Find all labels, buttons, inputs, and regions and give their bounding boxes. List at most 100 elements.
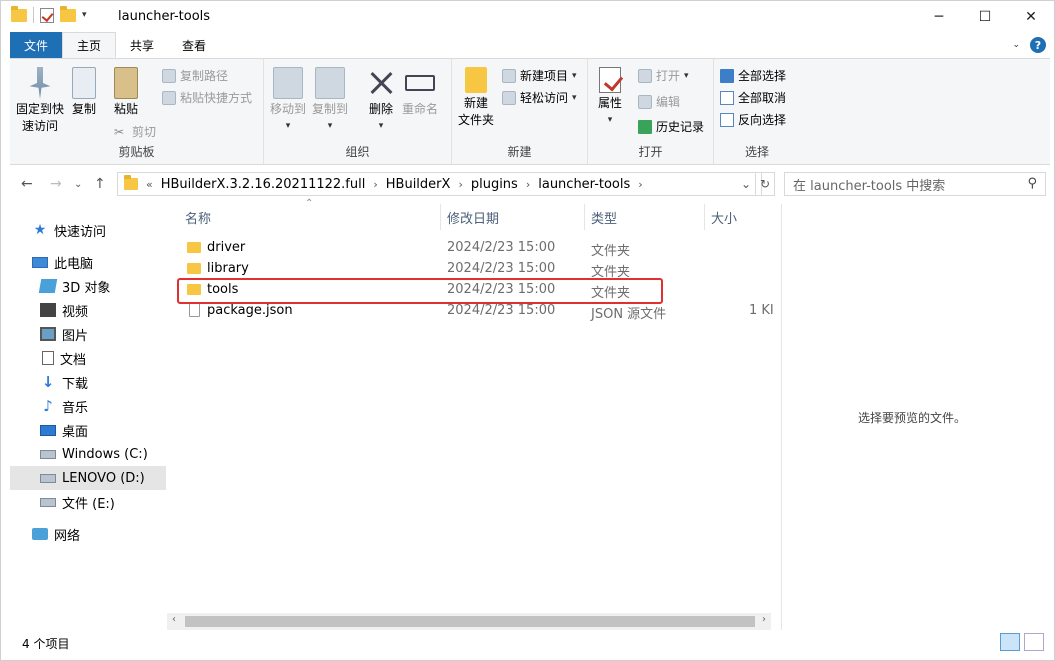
column-type[interactable]: 类型 xyxy=(585,204,705,230)
folder-icon xyxy=(187,263,201,274)
paste-label: 粘贴 xyxy=(114,102,139,116)
address-bar[interactable]: « HBuilderX.3.2.16.20211122.full › HBuil… xyxy=(117,172,762,196)
nav-downloads[interactable]: ↓ 下载 xyxy=(10,370,166,394)
properties-button[interactable]: 属性 ▾ xyxy=(598,67,622,129)
cut-button[interactable]: ✂ 剪切 xyxy=(114,123,156,140)
up-arrow-icon[interactable]: ↑ xyxy=(94,176,106,192)
file-name: driver xyxy=(207,240,246,255)
details-view-icon[interactable] xyxy=(1000,633,1020,651)
recent-chevron-down-icon[interactable]: ⌄ xyxy=(74,179,82,190)
invert-selection-button[interactable]: 反向选择 xyxy=(720,111,786,128)
chevron-down-icon: ▾ xyxy=(285,121,291,131)
open-button[interactable]: 打开 ▾ xyxy=(638,67,689,84)
minimize-button[interactable]: ─ xyxy=(916,1,962,32)
chevron-right-icon[interactable]: › xyxy=(526,178,530,191)
expand-ribbon-chevron-icon[interactable]: ⌄ xyxy=(1012,40,1020,50)
new-folder-button[interactable]: 新建 文件夹 xyxy=(458,67,494,129)
nav-desktop[interactable]: 桌面 xyxy=(10,418,166,442)
properties-icon[interactable] xyxy=(40,7,54,23)
scroll-left-icon[interactable]: ‹ xyxy=(172,614,176,625)
close-button[interactable]: ✕ xyxy=(1008,1,1054,32)
pin-quick-access-button[interactable]: 固定到快 速访问 xyxy=(16,67,64,135)
column-size[interactable]: 大小 xyxy=(705,204,771,230)
history-label: 历史记录 xyxy=(656,120,705,134)
rename-button[interactable]: 重命名 xyxy=(402,67,438,118)
tab-share[interactable]: 共享 xyxy=(116,32,168,58)
customize-toolbar-chevron-icon[interactable]: ▾ xyxy=(82,10,87,20)
file-row[interactable]: library 2024/2/23 15:00 文件夹 xyxy=(181,258,771,280)
paste-button[interactable]: 粘贴 xyxy=(114,67,138,118)
delete-button[interactable]: 删除 ▾ xyxy=(366,67,396,135)
chevron-down-icon: ▾ xyxy=(684,70,689,81)
new-folder-icon xyxy=(465,67,487,93)
breadcrumb-hbuilderx[interactable]: HBuilderX xyxy=(386,177,451,192)
copy-to-icon xyxy=(315,67,345,99)
tab-home[interactable]: 主页 xyxy=(62,32,117,58)
nav-documents[interactable]: 文档 xyxy=(10,346,166,370)
forward-arrow-icon[interactable]: → xyxy=(50,176,62,192)
history-button[interactable]: 历史记录 xyxy=(638,118,704,135)
nav-drive-e[interactable]: 文件 (E:) xyxy=(10,490,166,514)
column-date[interactable]: 修改日期 xyxy=(441,204,585,230)
copy-path-icon xyxy=(162,68,176,83)
nav-this-pc[interactable]: 此电脑 xyxy=(10,250,166,274)
file-name: library xyxy=(207,261,249,276)
horizontal-scrollbar[interactable]: ‹ › xyxy=(167,613,771,630)
breadcrumb-launcher-tools[interactable]: launcher-tools xyxy=(538,177,630,192)
copy-path-button[interactable]: 复制路径 xyxy=(162,67,228,84)
refresh-icon[interactable]: ↻ xyxy=(755,172,775,196)
select-all-button[interactable]: 全部选择 xyxy=(720,67,786,84)
scrollbar-thumb[interactable] xyxy=(185,616,755,627)
copy-button[interactable]: 复制 xyxy=(72,67,96,118)
move-to-button[interactable]: 移动到 ▾ xyxy=(270,67,306,135)
help-icon[interactable]: ? xyxy=(1030,37,1046,53)
nav-3d-objects[interactable]: 3D 对象 xyxy=(10,274,166,298)
chevron-right-icon[interactable]: › xyxy=(373,178,377,191)
easy-access-button[interactable]: 轻松访问 ▾ xyxy=(502,89,577,106)
back-arrow-icon[interactable]: ← xyxy=(21,176,33,192)
film-icon xyxy=(40,303,56,317)
search-icon[interactable]: ⚲ xyxy=(1027,176,1037,191)
column-name[interactable]: 名称 xyxy=(179,204,441,230)
paste-shortcut-button[interactable]: 粘贴快捷方式 xyxy=(162,89,252,106)
select-none-button[interactable]: 全部取消 xyxy=(720,89,786,106)
explorer-window: ▾ launcher-tools ─ ☐ ✕ 文件 主页 共享 查看 ⌄ ? 固… xyxy=(0,0,1055,661)
edit-button[interactable]: 编辑 xyxy=(638,93,680,110)
overflow-chevron-icon[interactable]: « xyxy=(146,178,153,191)
file-row[interactable]: driver 2024/2/23 15:00 文件夹 xyxy=(181,237,771,259)
nav-pictures[interactable]: 图片 xyxy=(10,322,166,346)
copy-label: 复制 xyxy=(72,102,97,116)
scroll-right-icon[interactable]: › xyxy=(762,614,766,625)
breadcrumb-plugins[interactable]: plugins xyxy=(471,177,518,192)
invert-selection-label: 反向选择 xyxy=(738,113,787,127)
nav-label: 文件 (E:) xyxy=(62,496,115,512)
copy-to-button[interactable]: 复制到 ▾ xyxy=(312,67,348,135)
address-history-chevron-icon[interactable]: ⌄ xyxy=(738,172,754,196)
nav-drive-d[interactable]: LENOVO (D:) xyxy=(10,466,166,490)
tab-file[interactable]: 文件 xyxy=(10,32,63,58)
nav-music[interactable]: ♪ 音乐 xyxy=(10,394,166,418)
clipboard-group: 固定到快 速访问 复制 粘贴 复制路径 粘贴快捷方式 ✂ 剪切 剪贴板 xyxy=(10,59,264,164)
tab-view[interactable]: 查看 xyxy=(168,32,220,58)
large-icons-view-icon[interactable] xyxy=(1024,633,1044,651)
nav-quick-access[interactable]: ★ 快速访问 xyxy=(10,218,166,242)
breadcrumb-hbuilderx-full[interactable]: HBuilderX.3.2.16.20211122.full xyxy=(161,177,366,192)
search-input[interactable]: 在 launcher-tools 中搜索 ⚲ xyxy=(784,172,1046,196)
new-folder-icon[interactable] xyxy=(60,5,76,22)
nav-drive-c[interactable]: Windows (C:) xyxy=(10,442,166,466)
nav-videos[interactable]: 视频 xyxy=(10,298,166,322)
nav-label: 文档 xyxy=(60,352,87,368)
select-group-label: 选择 xyxy=(744,145,769,159)
nav-network[interactable]: 网络 xyxy=(10,522,166,546)
chevron-right-icon[interactable]: › xyxy=(458,178,462,191)
computer-icon xyxy=(32,256,48,268)
new-item-button[interactable]: 新建项目 ▾ xyxy=(502,67,577,84)
maximize-button[interactable]: ☐ xyxy=(962,1,1008,32)
move-to-label: 移动到 xyxy=(270,102,307,116)
chevron-right-icon[interactable]: › xyxy=(638,178,642,191)
select-all-icon xyxy=(720,68,734,83)
star-icon: ★ xyxy=(33,222,47,238)
status-bar: 4 个项目 xyxy=(10,631,1050,655)
paste-shortcut-label: 粘贴快捷方式 xyxy=(180,91,253,105)
nav-label: 网络 xyxy=(54,528,81,544)
